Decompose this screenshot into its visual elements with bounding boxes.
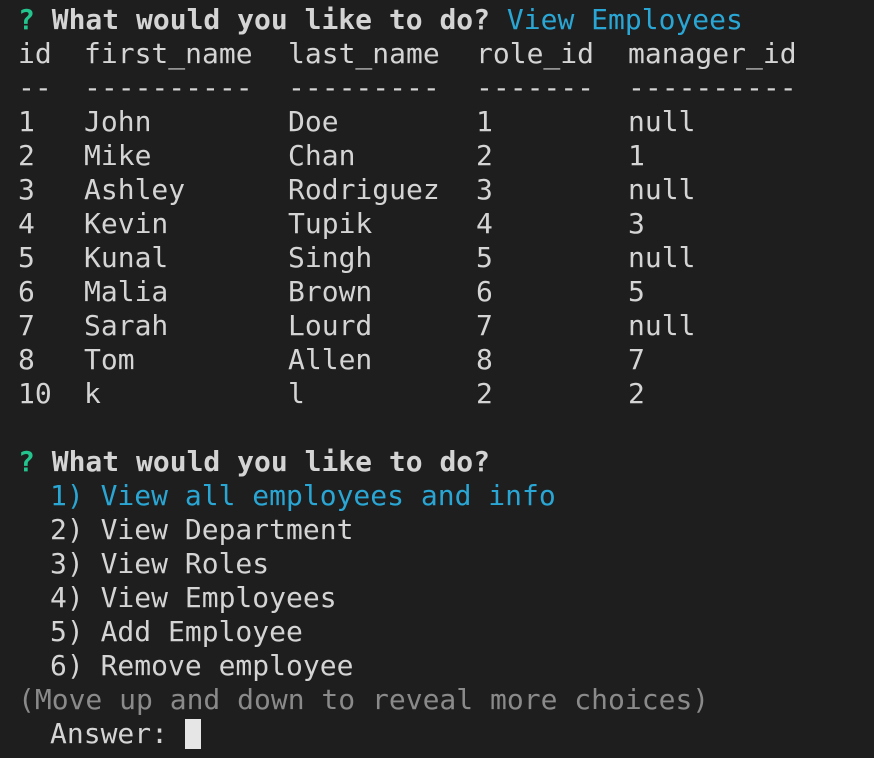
cell-id: 6: [18, 275, 35, 308]
cell-role-id: 2: [476, 139, 493, 172]
table-row: 8 Tom Allen 8 7: [18, 343, 874, 377]
cell-manager-id: null: [628, 173, 696, 206]
question-mark-icon: ?: [18, 3, 35, 36]
column-header-id: id: [18, 37, 52, 70]
prompt-answer: View Employees: [506, 3, 743, 36]
cell-last-name: l: [288, 377, 305, 410]
cell-manager-id: 7: [628, 343, 645, 376]
answer-line[interactable]: Answer:: [18, 717, 874, 751]
table-row: 3 Ashley Rodriguez 3 null: [18, 173, 874, 207]
cell-last-name: Tupik: [288, 207, 373, 240]
cell-id: 7: [18, 309, 35, 342]
cell-id: 5: [18, 241, 35, 274]
separator: ----------: [628, 71, 797, 104]
cell-last-name: Singh: [288, 241, 373, 274]
cell-last-name: Chan: [288, 139, 356, 172]
answer-label: Answer:: [50, 717, 169, 750]
cell-role-id: 2: [476, 377, 493, 410]
text-cursor[interactable]: [184, 719, 201, 749]
choice-view-all-employees[interactable]: 1) View all employees and info: [18, 479, 874, 513]
cell-role-id: 4: [476, 207, 493, 240]
cell-first-name: Tom: [84, 343, 135, 376]
cell-manager-id: null: [628, 105, 696, 138]
choice-view-employees[interactable]: 4) View Employees: [18, 581, 874, 615]
table-row: 1 John Doe 1 null: [18, 105, 874, 139]
table-row: 5 Kunal Singh 5 null: [18, 241, 874, 275]
cell-role-id: 8: [476, 343, 493, 376]
separator: --: [18, 71, 52, 104]
column-header-last-name: last_name: [288, 37, 440, 70]
cell-manager-id: 2: [628, 377, 645, 410]
cell-first-name: k: [84, 377, 101, 410]
cell-first-name: John: [84, 105, 152, 138]
prompt-question: What would you like to do?: [51, 445, 491, 478]
cell-id: 1: [18, 105, 35, 138]
table-row: 10 k l 2 2: [18, 377, 874, 411]
column-header-manager-id: manager_id: [628, 37, 797, 70]
prompt-line-2: ? What would you like to do?: [18, 445, 874, 479]
cell-first-name: Kevin: [84, 207, 169, 240]
cell-last-name: Rodriguez: [288, 173, 440, 206]
cell-role-id: 6: [476, 275, 493, 308]
column-header-role-id: role_id: [476, 37, 595, 70]
separator: ---------: [288, 71, 440, 104]
choice-view-department[interactable]: 2) View Department: [18, 513, 874, 547]
separator: ----------: [84, 71, 253, 104]
cell-role-id: 7: [476, 309, 493, 342]
choice-add-employee[interactable]: 5) Add Employee: [18, 615, 874, 649]
navigation-hint: (Move up and down to reveal more choices…: [18, 683, 710, 716]
cell-last-name: Brown: [288, 275, 373, 308]
cell-role-id: 1: [476, 105, 493, 138]
table-row: 7 Sarah Lourd 7 null: [18, 309, 874, 343]
cell-first-name: Ashley: [84, 173, 186, 206]
table-separator-row: -- ---------- --------- ------- --------…: [18, 71, 874, 105]
cell-id: 10: [18, 377, 52, 410]
cell-first-name: Malia: [84, 275, 169, 308]
table-row: 4 Kevin Tupik 4 3: [18, 207, 874, 241]
cell-id: 4: [18, 207, 35, 240]
prompt-line-1: ? What would you like to do? View Employ…: [18, 3, 874, 37]
cell-manager-id: 3: [628, 207, 645, 240]
table-row: 2 Mike Chan 2 1: [18, 139, 874, 173]
terminal-output: ? What would you like to do? View Employ…: [18, 3, 874, 751]
cell-last-name: Lourd: [288, 309, 373, 342]
column-header-first-name: first_name: [84, 37, 253, 70]
table-header-row: id first_name last_name role_id manager_…: [18, 37, 874, 71]
prompt-question: What would you like to do?: [51, 3, 491, 36]
cell-manager-id: 1: [628, 139, 645, 172]
cell-id: 2: [18, 139, 35, 172]
cell-manager-id: null: [628, 309, 696, 342]
cell-last-name: Allen: [288, 343, 373, 376]
question-mark-icon: ?: [18, 445, 35, 478]
cell-first-name: Sarah: [84, 309, 169, 342]
cell-manager-id: 5: [628, 275, 645, 308]
cell-manager-id: null: [628, 241, 696, 274]
cell-last-name: Doe: [288, 105, 339, 138]
table-row: 6 Malia Brown 6 5: [18, 275, 874, 309]
cell-first-name: Mike: [84, 139, 152, 172]
choice-remove-employee[interactable]: 6) Remove employee: [18, 649, 874, 683]
cell-id: 8: [18, 343, 35, 376]
cell-role-id: 3: [476, 173, 493, 206]
separator: -------: [476, 71, 595, 104]
cell-id: 3: [18, 173, 35, 206]
cell-first-name: Kunal: [84, 241, 169, 274]
cell-role-id: 5: [476, 241, 493, 274]
choice-view-roles[interactable]: 3) View Roles: [18, 547, 874, 581]
